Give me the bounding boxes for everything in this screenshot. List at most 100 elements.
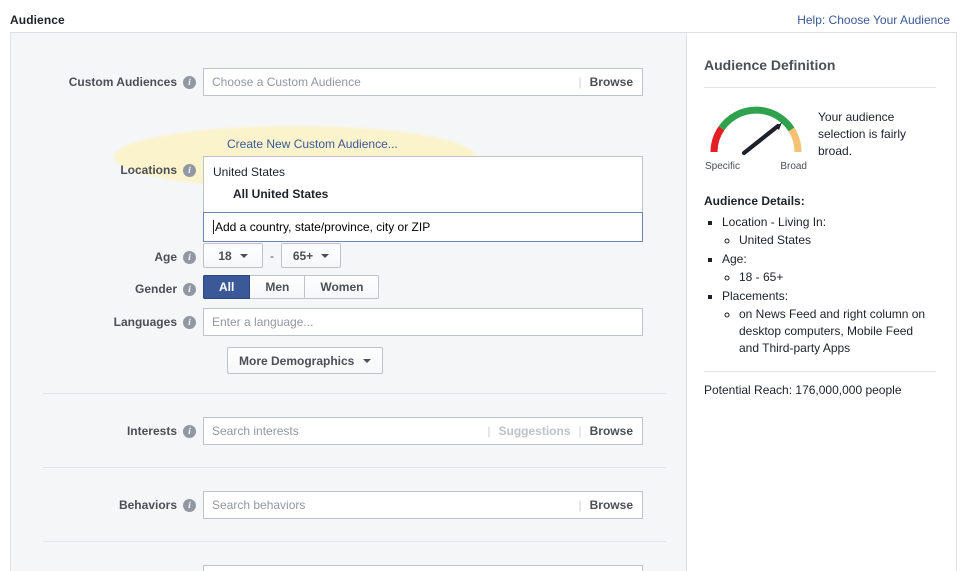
info-icon[interactable]: i bbox=[183, 498, 196, 512]
audience-form: Custom Audiences i Choose a Custom Audie… bbox=[11, 33, 687, 571]
audience-breadth-gauge: Specific Broad bbox=[704, 100, 808, 172]
age-max-value: 65+ bbox=[292, 248, 314, 263]
gender-option-men[interactable]: Men bbox=[250, 275, 306, 299]
custom-audiences-label: Custom Audiences i bbox=[11, 68, 203, 96]
gender-label: Gender i bbox=[11, 275, 203, 303]
chevron-down-icon bbox=[321, 253, 330, 258]
detail-label: Age: bbox=[722, 252, 747, 266]
gender-label-text: Gender bbox=[134, 282, 177, 296]
help-choose-audience-link[interactable]: Help: Choose Your Audience bbox=[797, 13, 950, 27]
detail-item: Placements: on News Feed and right colum… bbox=[722, 288, 936, 357]
field-row-interests: Interests i Search interests | Suggestio… bbox=[11, 417, 643, 445]
potential-reach-text: Potential Reach: 176,000,000 people bbox=[704, 383, 902, 397]
gauge-icon bbox=[710, 106, 802, 156]
custom-audiences-input[interactable]: Choose a Custom Audience | Browse bbox=[203, 68, 643, 96]
gauge-label-broad: Broad bbox=[780, 161, 807, 172]
custom-audiences-placeholder: Choose a Custom Audience bbox=[212, 75, 361, 89]
divider-icon: | bbox=[578, 424, 582, 438]
age-min-select[interactable]: 18 bbox=[203, 243, 263, 268]
field-row-gender: Gender i All Men Women bbox=[11, 275, 380, 303]
gauge-label-specific: Specific bbox=[705, 161, 741, 172]
age-label: Age i bbox=[11, 243, 203, 271]
locations-control: United States All United States Add a co… bbox=[203, 156, 643, 242]
locations-placeholder: Add a country, state/province, city or Z… bbox=[215, 220, 431, 234]
detail-item: Location - Living In: United States bbox=[722, 214, 936, 249]
interests-label-text: Interests bbox=[126, 424, 177, 438]
audience-details-list: Location - Living In: United States Age:… bbox=[704, 214, 936, 357]
locations-selected-list: United States All United States bbox=[203, 156, 643, 212]
interests-input[interactable]: Search interests | Suggestions | Browse bbox=[203, 417, 643, 445]
behaviors-label: Behaviors i bbox=[11, 491, 203, 519]
field-row-more-categories: More Categories i Choose a category | Br… bbox=[11, 565, 643, 571]
chevron-down-icon bbox=[239, 253, 248, 258]
gauge-axis-labels: Specific Broad bbox=[704, 161, 808, 172]
languages-input[interactable]: Enter a language... bbox=[203, 308, 643, 336]
info-icon[interactable]: i bbox=[183, 282, 196, 296]
custom-audiences-actions: | Browse bbox=[579, 69, 642, 95]
behaviors-placeholder: Search behaviors bbox=[212, 498, 306, 512]
audience-details-title: Audience Details: bbox=[704, 194, 805, 208]
detail-sublist: on News Feed and right column on desktop… bbox=[722, 306, 936, 357]
audience-definition-panel: Audience Definition Specific Broad Your … bbox=[687, 33, 956, 571]
age-range-group: 18 - 65+ bbox=[203, 243, 341, 268]
more-categories-actions: | Browse bbox=[579, 566, 642, 571]
field-row-behaviors: Behaviors i Search behaviors | Browse bbox=[11, 491, 643, 519]
behaviors-input[interactable]: Search behaviors | Browse bbox=[203, 491, 643, 519]
create-new-custom-audience-link[interactable]: Create New Custom Audience... bbox=[227, 137, 398, 151]
detail-label: Location - Living In: bbox=[722, 215, 827, 229]
age-range-dash: - bbox=[270, 248, 274, 263]
divider-icon: | bbox=[578, 498, 582, 512]
panel-divider bbox=[704, 87, 936, 88]
detail-sublist: United States bbox=[722, 232, 936, 249]
behaviors-actions: | Browse bbox=[579, 492, 642, 518]
info-icon[interactable]: i bbox=[183, 75, 196, 89]
languages-placeholder: Enter a language... bbox=[212, 315, 314, 329]
gender-option-all[interactable]: All bbox=[203, 275, 251, 299]
gender-segmented-control: All Men Women bbox=[203, 275, 380, 299]
section-divider bbox=[43, 467, 666, 468]
more-demographics-button[interactable]: More Demographics bbox=[227, 347, 384, 374]
locations-label: Locations i bbox=[11, 156, 203, 184]
panel-divider bbox=[704, 371, 936, 372]
detail-value: on News Feed and right column on desktop… bbox=[739, 306, 936, 357]
audience-breadth-message: Your audience selection is fairly broad. bbox=[818, 110, 907, 158]
detail-sublist: 18 - 65+ bbox=[722, 269, 936, 286]
languages-label: Languages i bbox=[11, 308, 203, 336]
info-icon[interactable]: i bbox=[183, 163, 196, 177]
field-row-languages: Languages i Enter a language... bbox=[11, 308, 643, 336]
divider-icon: | bbox=[578, 75, 582, 89]
audience-panel: Custom Audiences i Choose a Custom Audie… bbox=[10, 32, 957, 571]
page-header: Audience Help: Choose Your Audience bbox=[0, 0, 964, 32]
chevron-down-icon bbox=[363, 358, 372, 363]
locations-label-text: Locations bbox=[120, 163, 177, 177]
info-icon[interactable]: i bbox=[183, 250, 196, 264]
more-categories-input[interactable]: Choose a category | Browse bbox=[203, 565, 643, 571]
more-categories-label-text: More Categories bbox=[83, 565, 177, 571]
age-min-value: 18 bbox=[218, 248, 232, 263]
age-label-text: Age bbox=[154, 250, 177, 264]
age-max-select[interactable]: 65+ bbox=[281, 243, 341, 268]
more-categories-label: More Categories i bbox=[11, 565, 203, 571]
gender-option-women[interactable]: Women bbox=[305, 275, 380, 299]
detail-value: 18 - 65+ bbox=[739, 269, 936, 286]
behaviors-browse-button[interactable]: Browse bbox=[590, 498, 633, 512]
interests-placeholder: Search interests bbox=[212, 424, 299, 438]
page-title: Audience bbox=[10, 13, 65, 27]
custom-audiences-label-text: Custom Audiences bbox=[68, 75, 177, 89]
locations-selected-country: United States bbox=[213, 165, 286, 179]
locations-search-input[interactable]: Add a country, state/province, city or Z… bbox=[203, 212, 643, 242]
interests-actions: | Suggestions | Browse bbox=[487, 418, 642, 444]
audience-gauge-row: Specific Broad Your audience selection i… bbox=[704, 100, 936, 172]
detail-label: Placements: bbox=[722, 289, 789, 303]
section-divider bbox=[43, 393, 666, 394]
interests-browse-button[interactable]: Browse bbox=[590, 424, 633, 438]
info-icon[interactable]: i bbox=[183, 424, 196, 438]
custom-audiences-browse-button[interactable]: Browse bbox=[590, 75, 633, 89]
locations-selected-scope[interactable]: All United States bbox=[213, 186, 633, 203]
more-demographics-label: More Demographics bbox=[239, 353, 355, 368]
audience-page: Audience Help: Choose Your Audience Cust… bbox=[0, 0, 964, 571]
info-icon[interactable]: i bbox=[183, 315, 196, 329]
interests-suggestions-button[interactable]: Suggestions bbox=[499, 424, 571, 438]
interests-label: Interests i bbox=[11, 417, 203, 445]
divider-icon: | bbox=[487, 424, 491, 438]
